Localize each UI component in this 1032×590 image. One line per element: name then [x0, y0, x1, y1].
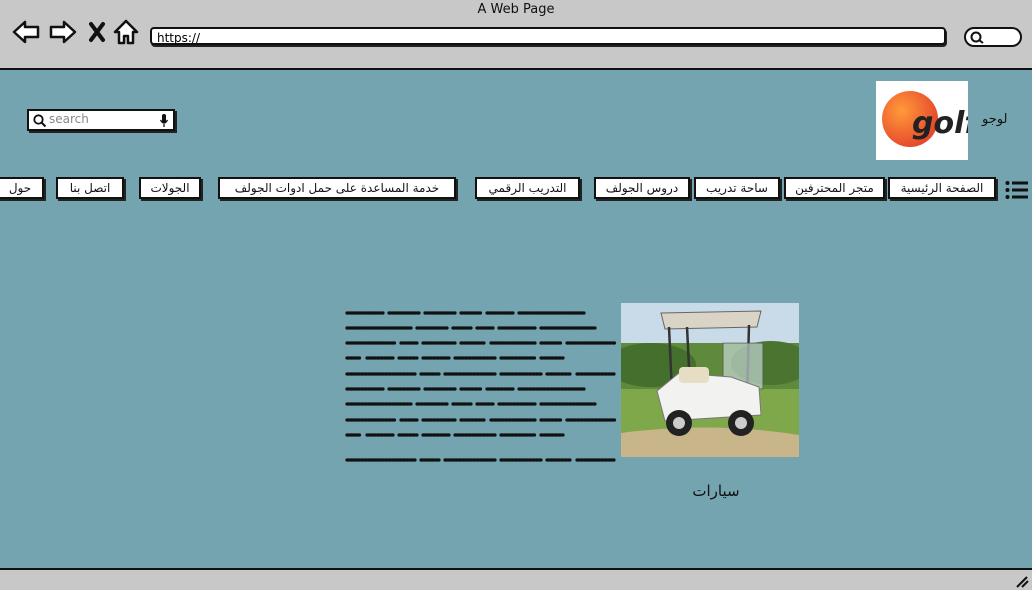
- search-icon: [33, 114, 47, 128]
- nav-item-about[interactable]: حول: [0, 177, 44, 199]
- nav-item-tours[interactable]: الجولات: [139, 177, 201, 199]
- logo-image-text: golf: [912, 106, 968, 141]
- forward-arrow-icon[interactable]: [48, 18, 78, 46]
- search-input[interactable]: search: [27, 109, 175, 131]
- close-icon[interactable]: [88, 21, 106, 43]
- address-bar[interactable]: https://: [150, 27, 946, 45]
- browser-chrome: A Web Page https://: [0, 0, 1032, 70]
- home-icon[interactable]: [113, 18, 139, 46]
- browser-search-field[interactable]: [964, 27, 1022, 47]
- status-bar: [0, 568, 1032, 590]
- nav-item-driving-range[interactable]: ساحة تدريب: [694, 177, 780, 199]
- nav-item-pro-shop[interactable]: متجر المحترفين: [784, 177, 885, 199]
- nav-item-home[interactable]: الصفحة الرئيسية: [888, 177, 996, 199]
- nav-item-digital-training[interactable]: التدريب الرقمي: [475, 177, 580, 199]
- resize-handle-icon[interactable]: [1014, 575, 1030, 589]
- search-placeholder: search: [49, 112, 89, 126]
- nav-item-contact[interactable]: اتصل بنا: [56, 177, 124, 199]
- nav-item-golf-lessons[interactable]: دروس الجولف: [594, 177, 690, 199]
- image-caption: سيارات: [692, 482, 740, 500]
- golf-cart-image: [621, 303, 799, 457]
- microphone-icon[interactable]: [159, 113, 169, 129]
- hamburger-menu-icon[interactable]: [1005, 180, 1029, 200]
- back-arrow-icon[interactable]: [11, 18, 41, 46]
- nav-item-caddie-service[interactable]: خدمة المساعدة على حمل ادوات الجولف: [218, 177, 456, 199]
- window-title: A Web Page: [477, 2, 555, 17]
- logo-label: لوجو: [982, 112, 1008, 127]
- browser-search-icon: [970, 31, 984, 44]
- logo-image[interactable]: golf: [876, 81, 981, 160]
- placeholder-text-block: [345, 311, 617, 462]
